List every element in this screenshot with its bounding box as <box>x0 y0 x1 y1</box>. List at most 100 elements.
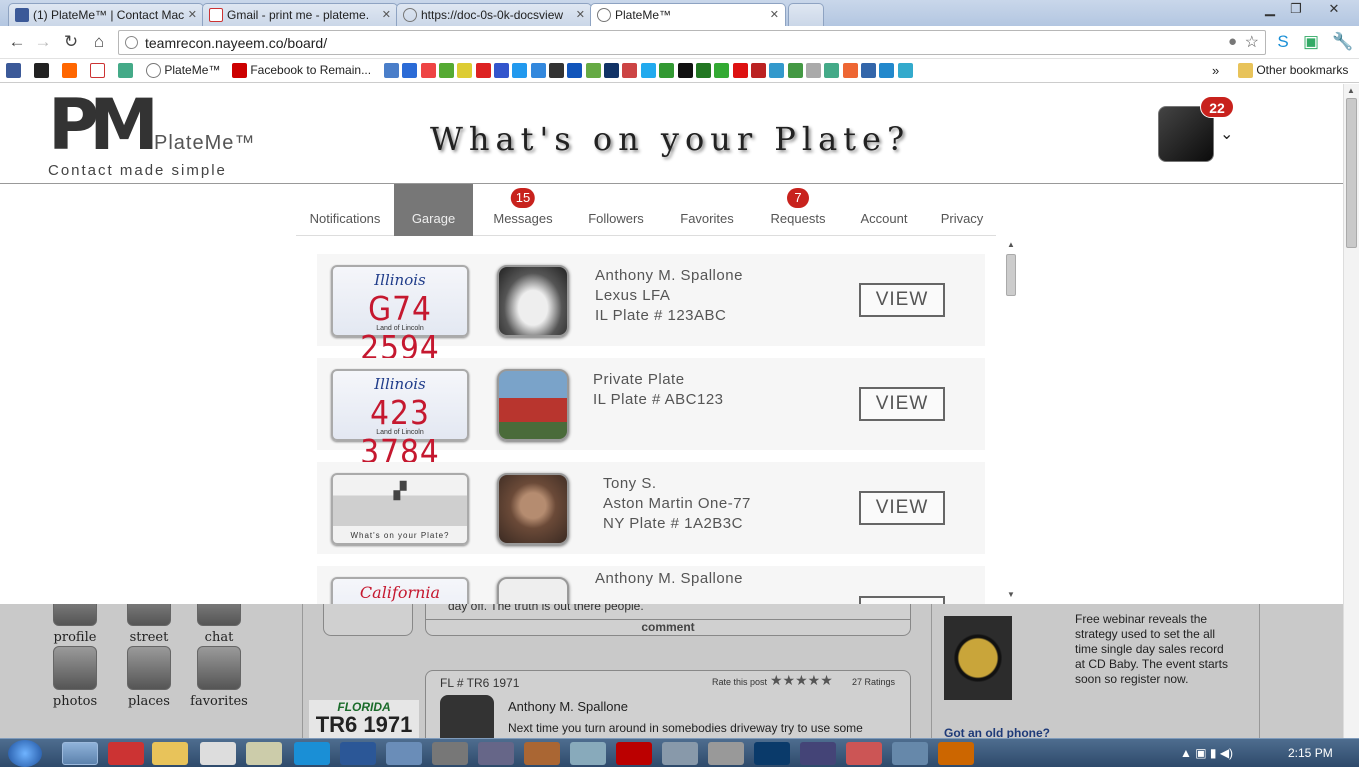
minimize-button[interactable]: ▁ <box>1256 0 1284 18</box>
word-icon[interactable] <box>340 742 376 765</box>
bookmarks-bar: PlateMe™ Facebook to Remain... » Other b… <box>0 59 1359 83</box>
tab-privacy[interactable]: Privacy <box>932 184 992 236</box>
florida-plate: FLORIDA TR6 1971 <box>309 700 419 738</box>
bookmark-cp[interactable] <box>62 63 77 79</box>
shortcut-label: places <box>128 694 170 709</box>
tab-account[interactable]: Account <box>852 184 916 236</box>
close-icon[interactable]: ✕ <box>382 8 391 21</box>
taskbar-app-icon[interactable] <box>478 742 514 765</box>
star-icon[interactable]: ☆ <box>1245 32 1259 52</box>
garage-list[interactable]: Illinois G74 2594 Land of Lincoln Anthon… <box>296 236 1016 604</box>
places-shortcut[interactable]: places <box>124 646 174 709</box>
filezilla-icon[interactable] <box>616 742 652 765</box>
rating-stars-icon[interactable]: ★★★★★ <box>770 672 833 689</box>
tab-requests[interactable]: 7 Requests <box>762 184 834 236</box>
taskbar-app-icon[interactable] <box>708 742 744 765</box>
tab-gmail[interactable]: Gmail - print me - plateme. ✕ <box>202 3 398 26</box>
logo-name: PlateMe™ <box>154 132 256 154</box>
close-icon[interactable]: ✕ <box>188 8 197 21</box>
other-bookmarks[interactable]: Other bookmarks <box>1238 63 1348 79</box>
maximize-button[interactable]: ❐ <box>1282 0 1310 18</box>
address-bar[interactable]: teamrecon.nayeem.co/board/ ● ☆ <box>118 30 1266 55</box>
start-button[interactable] <box>8 740 42 767</box>
tab-label: Garage <box>411 211 456 226</box>
view-button[interactable]: VIEW <box>859 491 945 525</box>
tab-label: (1) PlateMe™ | Contact Mac <box>33 8 185 22</box>
plate-info: Anthony M. Spallone <box>595 569 743 589</box>
bookmark-google[interactable] <box>118 63 133 79</box>
tab-plateme-facebook[interactable]: (1) PlateMe™ | Contact Mac ✕ <box>8 3 204 26</box>
favorites-shortcut[interactable]: favorites <box>190 646 248 709</box>
ad-link[interactable]: Got an old phone? <box>944 726 1050 738</box>
tab-plateme[interactable]: PlateMe™ ✕ <box>590 3 786 27</box>
tab-notifications[interactable]: Notifications <box>296 184 394 236</box>
wrench-icon[interactable]: 🔧 <box>1332 32 1354 52</box>
tab-messages[interactable]: 15 Messages <box>484 184 562 236</box>
scroll-down-icon[interactable]: ▼ <box>1007 590 1015 599</box>
plate-id: IL Plate # ABC123 <box>593 391 724 408</box>
tab-label: Notifications <box>309 211 381 226</box>
globe-icon <box>146 63 161 79</box>
taskbar-app-icon[interactable] <box>386 742 422 765</box>
scroll-up-icon[interactable]: ▲ <box>1347 86 1355 95</box>
taskbar-app-icon[interactable] <box>800 742 836 765</box>
photoshop-icon[interactable] <box>754 742 790 765</box>
forward-icon[interactable]: → <box>32 32 54 52</box>
bookmark-icons-row[interactable] <box>384 63 913 79</box>
scroll-up-icon[interactable]: ▲ <box>1007 240 1015 249</box>
profile-shortcut[interactable]: profile <box>50 604 100 645</box>
tab-docsviewer[interactable]: https://doc-0s-0k-docsview ✕ <box>396 3 592 26</box>
taskbar-app-icon[interactable] <box>432 742 468 765</box>
logo[interactable]: PM PlateMe™ Contact made simple <box>46 90 256 180</box>
back-icon[interactable]: ← <box>6 32 28 52</box>
taskbar-app-icon[interactable] <box>846 742 882 765</box>
more-bookmarks-icon[interactable]: » <box>1212 63 1219 79</box>
tab-favorites[interactable]: Favorites <box>670 184 744 236</box>
skype-icon[interactable] <box>294 742 330 765</box>
taskbar-app-icon[interactable] <box>662 742 698 765</box>
tab-garage[interactable]: Garage <box>394 184 473 236</box>
new-tab-button[interactable] <box>788 3 824 26</box>
page-scrollbar[interactable]: ▲ <box>1343 84 1359 738</box>
close-icon[interactable]: ✕ <box>770 8 779 21</box>
post-author[interactable]: Anthony M. Spallone <box>508 699 628 714</box>
system-tray-icons[interactable]: ▲ ▣ ▮ ◀) <box>1180 746 1233 760</box>
folder-icon[interactable] <box>152 742 188 765</box>
lightbulb-icon[interactable]: ● <box>1228 33 1237 50</box>
view-button[interactable] <box>859 596 945 604</box>
taskbar-app-icon[interactable] <box>524 742 560 765</box>
reload-icon[interactable]: ↻ <box>60 32 82 52</box>
tab-followers[interactable]: Followers <box>578 184 654 236</box>
extension-icon[interactable]: ▣ <box>1300 32 1322 52</box>
bookmark-facebook-remain[interactable]: Facebook to Remain... <box>232 63 371 79</box>
bw-icon <box>232 63 247 79</box>
chrome-taskbar-icon[interactable] <box>62 742 98 765</box>
street-shortcut[interactable]: street <box>124 604 174 645</box>
comment-button[interactable]: comment <box>426 619 910 634</box>
view-button[interactable]: VIEW <box>859 283 945 317</box>
bookmark-facebook[interactable] <box>6 63 21 79</box>
bookmark-gmail[interactable] <box>90 63 105 79</box>
gmail-icon <box>90 63 105 79</box>
chevron-down-icon[interactable]: ⌄ <box>1220 124 1233 144</box>
close-icon[interactable]: ✕ <box>576 8 585 21</box>
list-scrollbar[interactable]: ▲ ▼ <box>1005 240 1017 604</box>
clock[interactable]: 2:15 PM <box>1288 746 1333 760</box>
view-button[interactable]: VIEW <box>859 387 945 421</box>
window-close-button[interactable]: ✕ <box>1318 0 1350 18</box>
scroll-thumb[interactable] <box>1006 254 1016 296</box>
chat-shortcut[interactable]: chat <box>194 604 244 645</box>
skype-icon[interactable]: S <box>1272 32 1294 52</box>
taskbar-app-icon[interactable] <box>246 742 282 765</box>
taskbar-app-icon[interactable] <box>200 742 236 765</box>
illustrator-icon[interactable] <box>938 742 974 765</box>
post-header: FL # TR6 1971 <box>440 676 520 690</box>
taskbar-app-icon[interactable] <box>108 742 144 765</box>
taskbar-app-icon[interactable] <box>892 742 928 765</box>
scroll-thumb[interactable] <box>1346 98 1357 248</box>
calculator-icon[interactable] <box>570 742 606 765</box>
home-icon[interactable]: ⌂ <box>88 32 110 52</box>
photos-shortcut[interactable]: photos <box>50 646 100 709</box>
bookmark-plateme[interactable]: PlateMe™ <box>146 63 220 79</box>
bookmark-pm[interactable] <box>34 63 49 79</box>
